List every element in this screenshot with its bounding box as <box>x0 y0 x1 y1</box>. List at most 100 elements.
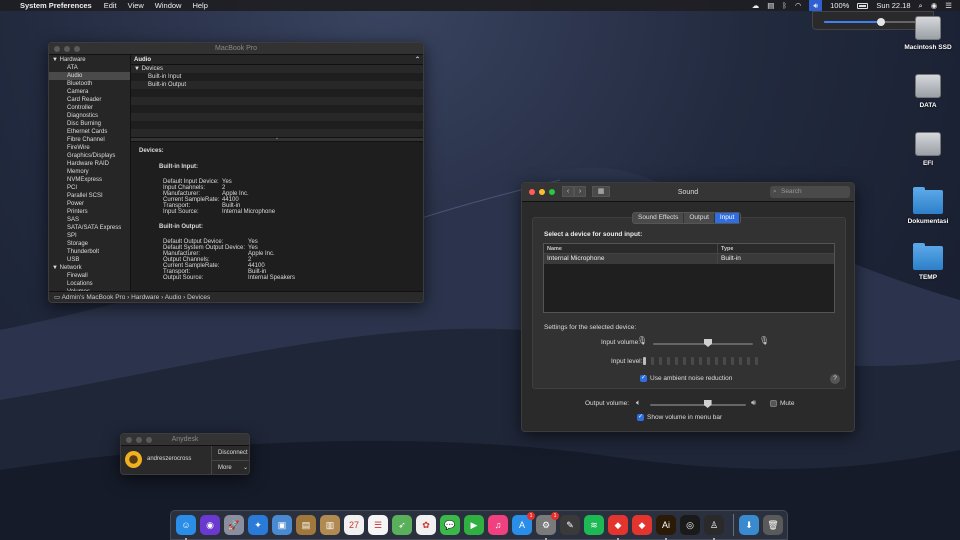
clock[interactable]: Sun 22.18 <box>876 1 910 10</box>
bluetooth-icon[interactable]: ᛒ <box>782 1 787 10</box>
sidebar-item[interactable]: Storage <box>49 240 130 248</box>
dock-contacts-icon[interactable]: ▥ <box>320 515 340 535</box>
window-titlebar[interactable]: ‹ › ▦ Sound ⌕ Search <box>522 183 854 202</box>
menu-edit[interactable]: Edit <box>104 1 117 10</box>
notification-center-icon[interactable]: ☰ <box>945 1 952 10</box>
desktop-icon-data[interactable]: DATA <box>898 74 958 109</box>
dock-illustrator-icon[interactable]: Ai <box>656 515 676 540</box>
dock-launchpad-icon[interactable]: 🚀 <box>224 515 244 535</box>
close-button[interactable] <box>529 189 535 195</box>
noise-reduction-checkbox[interactable]: ✓ <box>640 375 647 382</box>
desktop-icon-efi[interactable]: EFI <box>898 132 958 167</box>
sidebar-item[interactable]: SAS <box>49 216 130 224</box>
dock-downloads-icon[interactable]: ⬇ <box>739 515 759 535</box>
dock-messages-icon[interactable]: 💬 <box>440 515 460 535</box>
sidebar-item[interactable]: ATA <box>49 64 130 72</box>
creative-cloud-icon[interactable]: ☁ <box>752 1 760 10</box>
menu-help[interactable]: Help <box>192 1 207 10</box>
volume-icon[interactable]: 🔊︎ <box>809 0 823 11</box>
wifi-icon[interactable]: ◠ <box>795 1 802 10</box>
close-button[interactable] <box>126 437 132 443</box>
dock-anydesk-icon[interactable]: ◆ <box>608 515 628 540</box>
sidebar-item[interactable]: Memory <box>49 168 130 176</box>
battery-icon[interactable] <box>857 2 869 9</box>
tab-output[interactable]: Output <box>684 213 715 223</box>
tree-row-root[interactable]: ▼ Devices <box>131 65 423 73</box>
dock-app-store-icon[interactable]: A1 <box>512 512 535 535</box>
dock-safari-icon[interactable]: ✦ <box>248 515 268 535</box>
show-all-grid-button[interactable]: ▦ <box>592 186 610 197</box>
mute-checkbox[interactable] <box>770 400 777 407</box>
tree-row-built-in-input[interactable]: Built-in Input <box>131 73 423 81</box>
dock-sketchbook-icon[interactable]: ◎ <box>680 515 700 535</box>
sidebar-item[interactable]: SATA/SATA Express <box>49 224 130 232</box>
help-button[interactable]: ? <box>830 374 840 384</box>
menu-window[interactable]: Window <box>155 1 182 10</box>
column-header-type[interactable]: Type <box>718 244 733 253</box>
disconnect-button[interactable]: Disconnect <box>212 446 249 461</box>
sidebar-item[interactable]: FireWire <box>49 144 130 152</box>
sidebar-item[interactable]: Hardware RAID <box>49 160 130 168</box>
window-titlebar[interactable]: MacBook Pro <box>49 43 423 55</box>
dock-spotify-icon[interactable]: ≋ <box>584 515 604 535</box>
output-volume-knob[interactable] <box>703 400 712 408</box>
sidebar-item[interactable]: Graphics/Displays <box>49 152 130 160</box>
sidebar-item[interactable]: Controller <box>49 104 130 112</box>
sidebar-item[interactable]: Audio <box>49 72 130 80</box>
minimize-button[interactable] <box>136 437 142 443</box>
sidebar-item[interactable]: PCI <box>49 184 130 192</box>
notifications-icon[interactable]: ▤ <box>767 1 774 10</box>
spotlight-icon[interactable]: ⌕ <box>919 1 923 11</box>
show-volume-checkbox[interactable]: ✓ <box>637 414 644 421</box>
dock-reminders-icon[interactable]: ☰ <box>368 515 388 535</box>
sidebar-group[interactable]: ▼ Network <box>49 264 130 272</box>
sidebar-item[interactable]: USB <box>49 256 130 264</box>
minimize-button[interactable] <box>64 46 70 52</box>
sidebar-item[interactable]: Firewall <box>49 272 130 280</box>
sidebar-item[interactable]: Card Reader <box>49 96 130 104</box>
window-titlebar[interactable]: Anydesk <box>121 434 249 446</box>
desktop-icon-dokumentasi[interactable]: Dokumentasi <box>898 187 958 225</box>
desktop-icon-temp[interactable]: TEMP <box>898 243 958 281</box>
menu-app-name[interactable]: System Preferences <box>20 1 92 10</box>
dock-siri-icon[interactable]: ◉ <box>200 515 220 535</box>
zoom-button[interactable] <box>74 46 80 52</box>
dock-system-preferences-icon[interactable]: ⚙ 1 <box>536 512 559 540</box>
volume-knob[interactable] <box>877 18 885 26</box>
sidebar-item[interactable]: NVMExpress <box>49 176 130 184</box>
sidebar-item[interactable]: Camera <box>49 88 130 96</box>
menu-view[interactable]: View <box>128 1 144 10</box>
sidebar-item[interactable]: Disc Burning <box>49 120 130 128</box>
sidebar-item[interactable]: Fibre Channel <box>49 136 130 144</box>
dock-script-editor-icon[interactable]: ✎ <box>560 515 580 535</box>
dock-calendar-icon[interactable]: 27 <box>344 515 364 535</box>
tree-row-built-in-output[interactable]: Built-in Output <box>131 81 423 89</box>
input-volume-knob[interactable] <box>704 339 712 347</box>
dock-anydesk-2-icon[interactable]: ◆ <box>632 515 652 535</box>
dock-alien-app-icon[interactable]: ♙ <box>704 515 724 540</box>
tab-sound-effects[interactable]: Sound Effects <box>633 213 685 223</box>
collapse-caret-icon[interactable]: ⌃ <box>415 55 420 65</box>
dock-facetime-icon[interactable]: ▶ <box>464 515 484 535</box>
sidebar-item[interactable]: Bluetooth <box>49 80 130 88</box>
tab-input[interactable]: Input <box>714 213 741 223</box>
user-avatar-icon[interactable]: ◉ <box>931 1 938 10</box>
minimize-button[interactable] <box>539 189 545 195</box>
sidebar-item[interactable]: Parallel SCSI <box>49 192 130 200</box>
disclosure-triangle-icon[interactable]: ▼ <box>131 66 140 72</box>
dock-preview-icon[interactable]: ▣ <box>272 515 292 535</box>
close-button[interactable] <box>54 46 60 52</box>
dock-finder-icon[interactable]: ☺ <box>176 515 196 540</box>
disclosure-triangle-icon[interactable]: ▼ <box>52 265 60 271</box>
dock-notefile-icon[interactable]: ▤ <box>296 515 316 535</box>
forward-button[interactable]: › <box>574 186 586 197</box>
column-header-name[interactable]: Name <box>544 244 718 253</box>
sidebar-item[interactable]: Power <box>49 200 130 208</box>
sidebar-item[interactable]: Locations <box>49 280 130 288</box>
sidebar-item[interactable]: Thunderbolt <box>49 248 130 256</box>
table-row[interactable]: Internal Microphone Built-in <box>544 254 834 264</box>
dock-itunes-icon[interactable]: ♫ <box>488 515 508 535</box>
zoom-button[interactable] <box>549 189 555 195</box>
input-volume-slider[interactable] <box>653 339 753 347</box>
sidebar-group[interactable]: ▼ Hardware <box>49 56 130 64</box>
